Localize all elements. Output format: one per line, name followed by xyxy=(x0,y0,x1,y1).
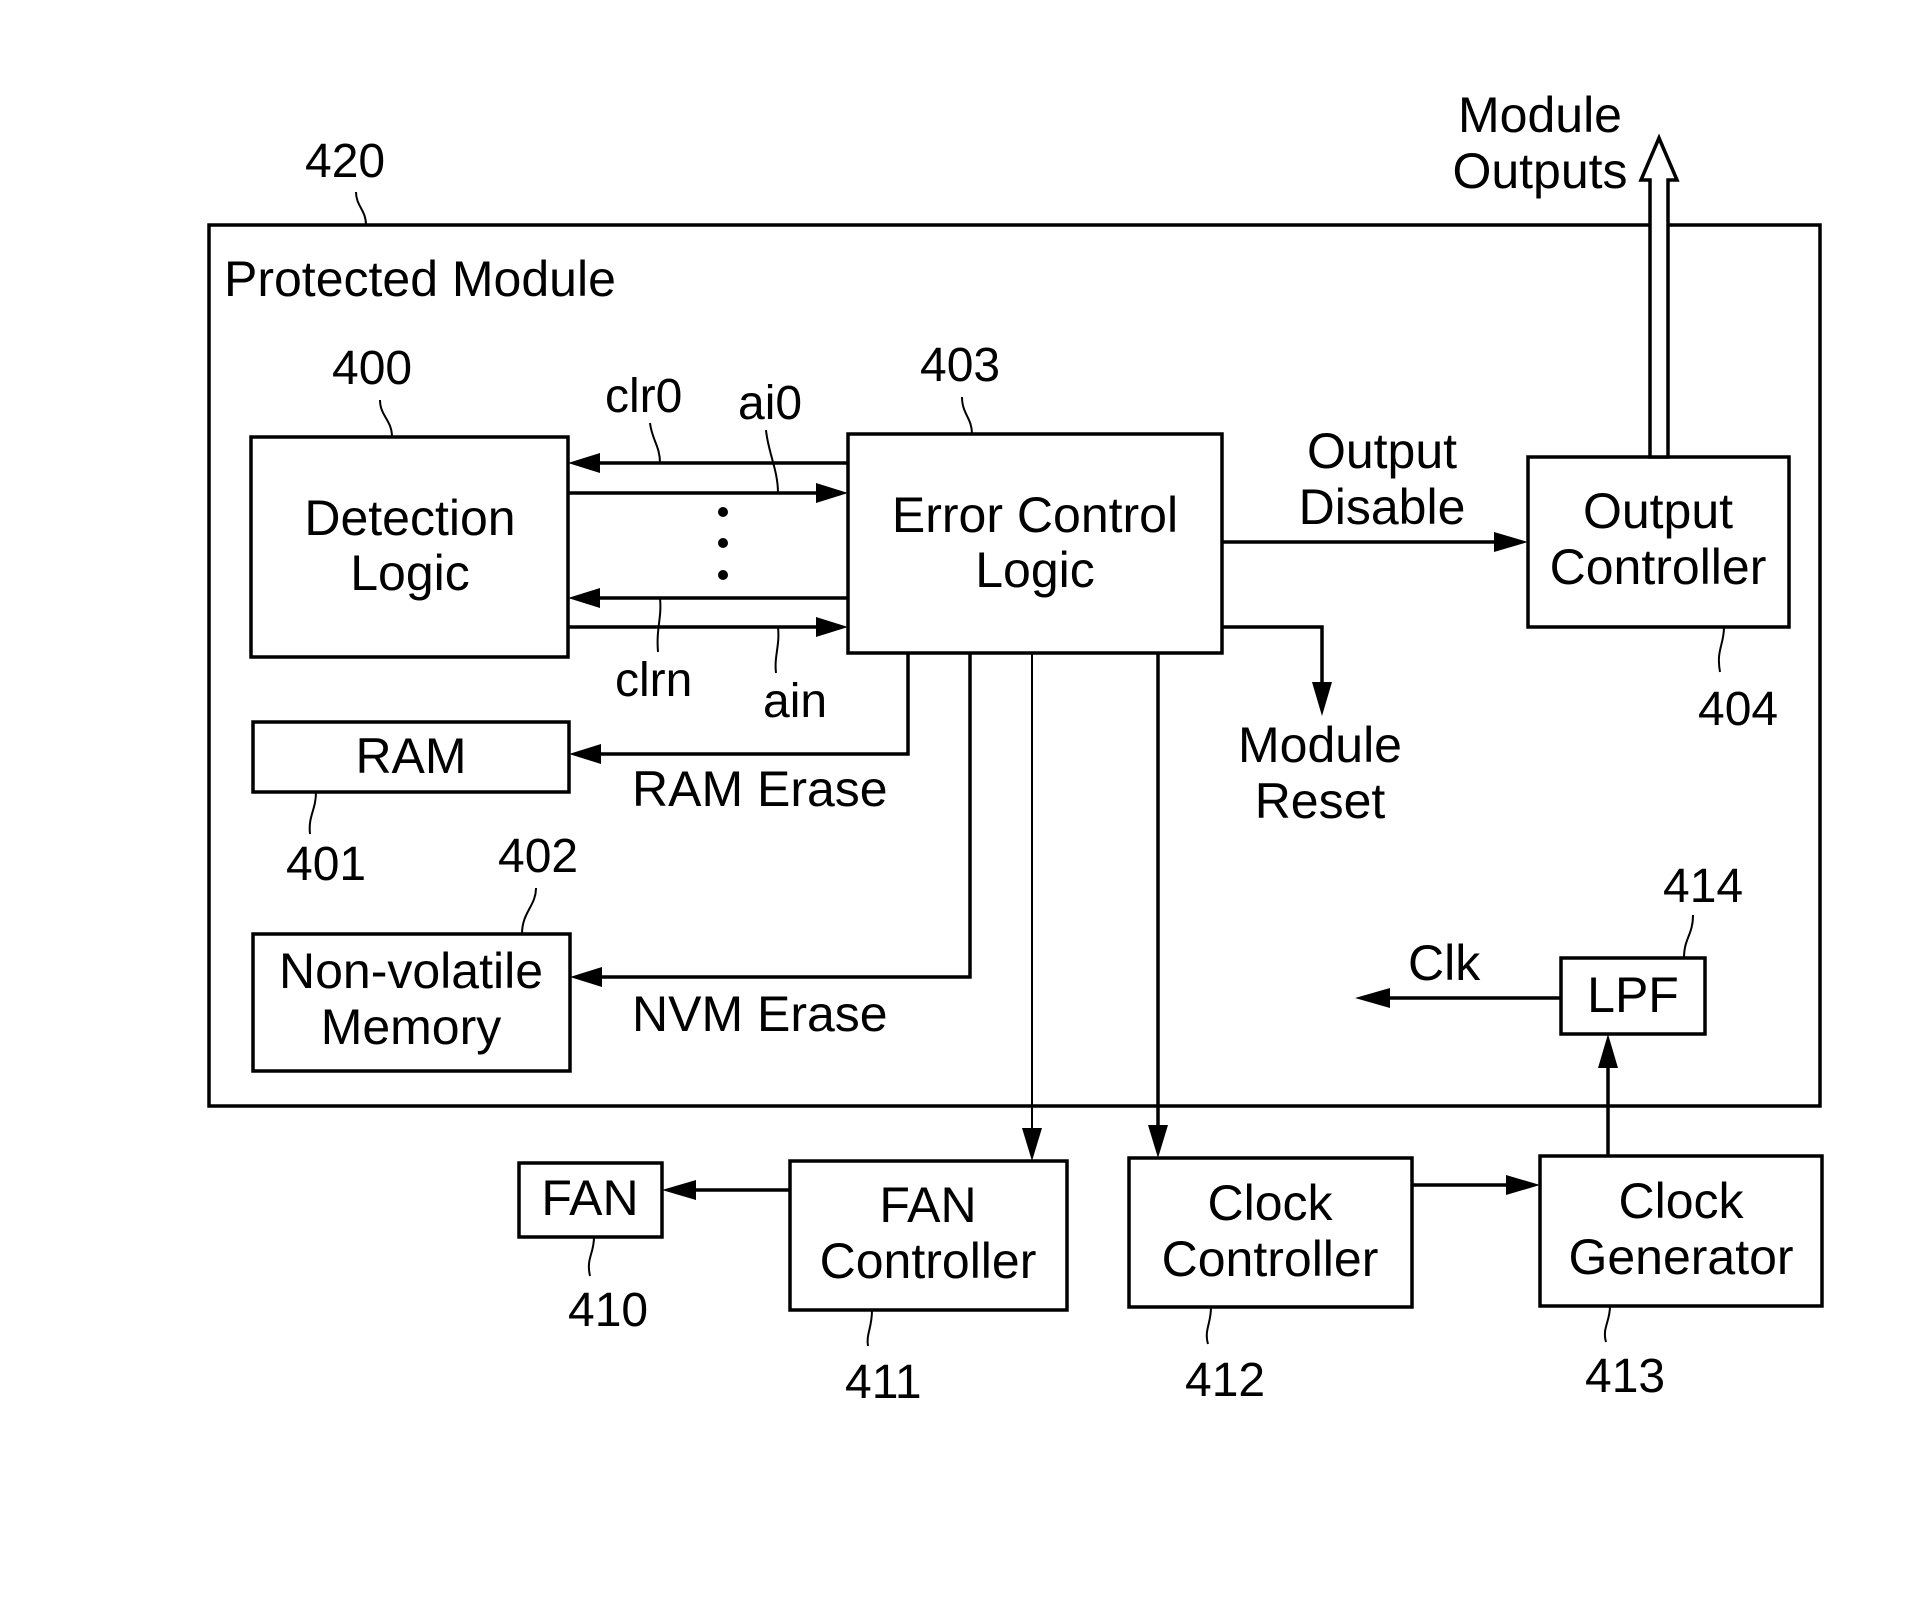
ecl-to-clock-controller-arrowhead xyxy=(1148,1125,1168,1158)
ref-404: 404 xyxy=(1698,683,1778,736)
ellipsis-dot xyxy=(718,570,728,580)
leader-411 xyxy=(866,1309,873,1347)
clock-generator-label-1: Clock xyxy=(1618,1173,1744,1229)
signal-module-reset-2: Reset xyxy=(1255,773,1386,829)
signal-output-disable-1: Output xyxy=(1307,423,1457,479)
block-diagram: Protected Module 420 Detection Logic 400… xyxy=(207,87,1824,1409)
ecl-label-2: Logic xyxy=(975,542,1095,598)
signal-ram-erase: RAM Erase xyxy=(632,761,888,817)
signal-output-disable-2: Disable xyxy=(1299,479,1466,535)
clock-controller-label-2: Controller xyxy=(1162,1231,1379,1287)
fan-controller-label-2: Controller xyxy=(820,1233,1037,1289)
ref-412: 412 xyxy=(1185,1354,1265,1407)
signal-module-outputs-2: Outputs xyxy=(1452,143,1627,199)
ref-400: 400 xyxy=(332,342,412,395)
leader-412 xyxy=(1205,1306,1212,1345)
clock-controller-label-1: Clock xyxy=(1207,1175,1333,1231)
fan-controller-to-fan-arrowhead xyxy=(662,1180,696,1200)
protected-module-label: Protected Module xyxy=(224,251,616,307)
ref-403: 403 xyxy=(920,339,1000,392)
detection-logic-label-2: Logic xyxy=(350,545,470,601)
ram-label: RAM xyxy=(355,728,466,784)
signal-nvm-erase: NVM Erase xyxy=(632,986,888,1042)
ref-402: 402 xyxy=(498,830,578,883)
ref-410: 410 xyxy=(568,1284,648,1337)
leader-420 xyxy=(355,191,367,226)
ref-413: 413 xyxy=(1585,1350,1665,1403)
leader-410 xyxy=(587,1236,595,1277)
output-controller-label-1: Output xyxy=(1583,483,1733,539)
lpf-label: LPF xyxy=(1587,967,1679,1023)
signal-ai0: ai0 xyxy=(738,377,802,430)
nvm-label-2: Memory xyxy=(321,999,502,1055)
fan-label: FAN xyxy=(541,1170,638,1226)
clock-generator-label-2: Generator xyxy=(1568,1229,1793,1285)
ref-414: 414 xyxy=(1663,860,1743,913)
ref-401: 401 xyxy=(286,838,366,891)
ellipsis-dot xyxy=(718,507,728,517)
signal-clrn: clrn xyxy=(615,654,692,707)
clock-controller-to-generator-arrowhead xyxy=(1506,1175,1540,1195)
signal-module-reset-1: Module xyxy=(1238,717,1402,773)
ref-420: 420 xyxy=(305,135,385,188)
leader-413 xyxy=(1603,1305,1611,1343)
fan-controller-label-1: FAN xyxy=(879,1177,976,1233)
ellipsis-dot xyxy=(718,538,728,548)
output-controller-label-2: Controller xyxy=(1550,539,1767,595)
nvm-label-1: Non-volatile xyxy=(279,943,543,999)
ref-411: 411 xyxy=(845,1356,922,1409)
signal-ain: ain xyxy=(763,675,827,728)
signal-clr0: clr0 xyxy=(605,370,682,423)
ecl-to-fan-controller-arrowhead xyxy=(1022,1128,1042,1161)
ecl-label-1: Error Control xyxy=(892,487,1178,543)
signal-module-outputs-1: Module xyxy=(1458,87,1622,143)
detection-logic-label-1: Detection xyxy=(304,490,515,546)
signal-clk: Clk xyxy=(1408,935,1481,991)
